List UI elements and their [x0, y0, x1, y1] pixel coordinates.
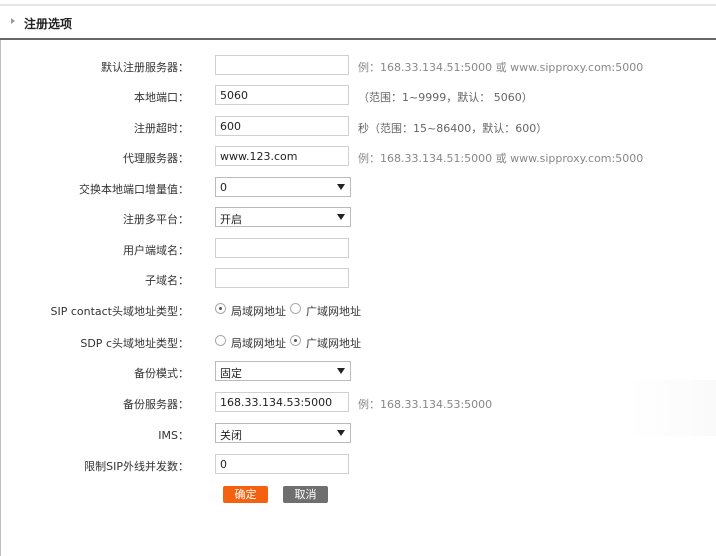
section-title: 注册选项	[24, 17, 73, 31]
dropdown-arrow-icon	[337, 184, 345, 190]
proxy-server-input[interactable]	[215, 146, 349, 166]
cancel-button[interactable]: 取消	[283, 486, 328, 503]
row-proxy-server: 代理服务器： 例：168.33.134.51:5000 或 www.sippro…	[0, 146, 716, 168]
reg-timeout-hint: 秒（范围：15~86400，默认：600）	[358, 122, 548, 135]
sip-limit-input[interactable]	[215, 454, 349, 474]
user-domain-label: 用户端域名：	[123, 244, 189, 257]
row-sdp-c: SDP c头域地址类型： 局域网地址 广域网地址	[0, 331, 716, 353]
sdp-c-label: SDP c头域地址类型：	[80, 337, 189, 350]
row-multi-platform: 注册多平台： 开启	[0, 207, 716, 229]
confirm-button[interactable]: 确定	[223, 486, 268, 503]
multi-platform-value: 开启	[220, 213, 242, 226]
backup-server-input[interactable]	[215, 392, 349, 412]
user-domain-input[interactable]	[215, 238, 349, 258]
dropdown-arrow-icon	[337, 214, 345, 220]
sip-contact-wan-radio[interactable]	[290, 303, 301, 314]
row-sub-domain: 子域名：	[0, 268, 716, 290]
port-increment-select[interactable]: 0	[215, 177, 351, 197]
dropdown-arrow-icon	[337, 368, 345, 374]
local-port-label: 本地端口：	[134, 91, 189, 104]
ims-label: IMS：	[158, 429, 189, 442]
port-increment-value: 0	[220, 181, 227, 194]
sub-domain-label: 子域名：	[145, 274, 189, 287]
sdp-c-wan-label: 广域网地址	[306, 337, 361, 350]
local-port-input[interactable]	[215, 85, 349, 105]
row-port-increment: 交换本地端口增量值： 0	[0, 177, 716, 199]
row-reg-timeout: 注册超时： 秒（范围：15~86400，默认：600）	[0, 116, 716, 138]
sdp-c-lan-label: 局域网地址	[231, 337, 286, 350]
row-backup-server: 备份服务器： 例：168.33.134.53:5000	[0, 392, 716, 414]
default-server-hint: 例：168.33.134.51:5000 或 www.sipproxy.com:…	[358, 61, 644, 74]
multi-platform-label: 注册多平台：	[123, 213, 189, 226]
multi-platform-select[interactable]: 开启	[215, 207, 351, 227]
sdp-c-wan-radio[interactable]	[290, 335, 301, 346]
proxy-server-label: 代理服务器：	[123, 152, 189, 165]
default-server-label: 默认注册服务器：	[101, 61, 189, 74]
backup-mode-label: 备份模式：	[134, 367, 189, 380]
local-port-hint: （范围：1~9999，默认： 5060）	[358, 91, 533, 104]
row-default-server: 默认注册服务器： 例：168.33.134.51:5000 或 www.sipp…	[0, 55, 716, 77]
section-header[interactable]: 注册选项	[0, 6, 716, 40]
backup-server-label: 备份服务器：	[123, 398, 189, 411]
sip-contact-lan-label: 局域网地址	[231, 305, 286, 318]
row-user-domain: 用户端域名：	[0, 238, 716, 260]
row-sip-limit: 限制SIP外线并发数：	[0, 454, 716, 476]
caret-right-icon	[11, 18, 15, 24]
port-increment-label: 交换本地端口增量值：	[79, 183, 189, 196]
row-sip-contact: SIP contact头域地址类型： 局域网地址 广域网地址	[0, 299, 716, 321]
row-backup-mode: 备份模式： 固定	[0, 361, 716, 383]
ims-select[interactable]: 关闭	[215, 423, 351, 443]
sip-limit-label: 限制SIP外线并发数：	[84, 460, 189, 473]
sdp-c-lan-radio[interactable]	[215, 335, 226, 346]
backup-mode-value: 固定	[220, 367, 242, 380]
backup-mode-select[interactable]: 固定	[215, 361, 351, 381]
reg-timeout-label: 注册超时：	[134, 122, 189, 135]
proxy-server-hint: 例：168.33.134.51:5000 或 www.sipproxy.com:…	[358, 152, 644, 165]
sip-contact-label: SIP contact头域地址类型：	[50, 305, 189, 318]
row-local-port: 本地端口： （范围：1~9999，默认： 5060）	[0, 85, 716, 107]
sub-domain-input[interactable]	[215, 268, 349, 288]
sip-contact-wan-label: 广域网地址	[306, 305, 361, 318]
ims-value: 关闭	[220, 429, 242, 442]
row-ims: IMS： 关闭	[0, 423, 716, 445]
default-server-input[interactable]	[215, 55, 349, 75]
dropdown-arrow-icon	[337, 430, 345, 436]
sip-contact-lan-radio[interactable]	[215, 303, 226, 314]
backup-server-hint: 例：168.33.134.53:5000	[358, 398, 493, 411]
background-shade	[628, 380, 716, 436]
reg-timeout-input[interactable]	[215, 116, 349, 136]
